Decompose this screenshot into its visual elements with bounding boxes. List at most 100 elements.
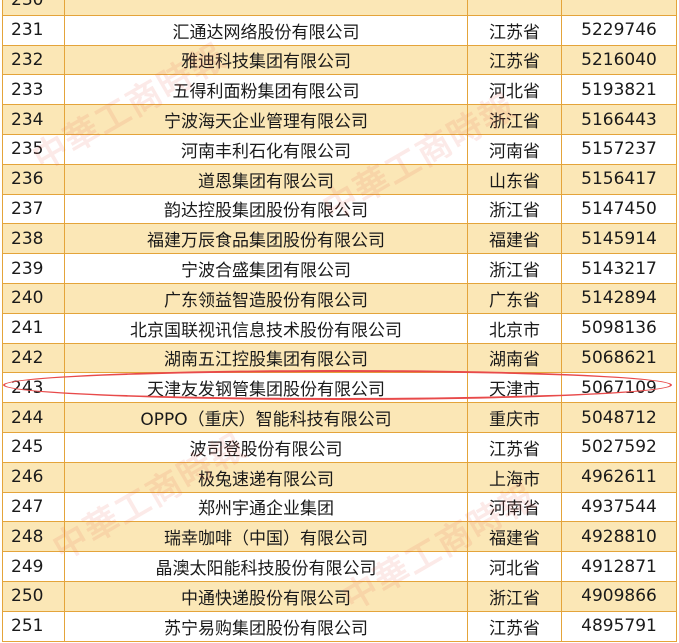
province-cell: 福建省 [467,521,562,553]
province-cell: 上海市 [467,461,562,493]
province-cell: 河南省 [467,133,562,165]
table-row: 236 道恩集团有限公司 山东省 5156417 [2,163,677,195]
province-cell: 福建省 [467,223,562,255]
province-cell: 广东省 [467,282,562,314]
rank-cell: 240 [2,282,65,314]
revenue-cell: 5142894 [561,282,677,314]
revenue-cell [561,0,677,16]
company-name-cell: 雅迪科技集团有限公司 [64,44,468,76]
company-name-cell: 波司登股份有限公司 [64,431,468,463]
province-cell: 河北省 [467,551,562,582]
province-cell: 山东省 [467,163,562,195]
table-row: 250 中通快递股份有限公司 浙江省 4909866 [2,580,677,612]
company-name-cell: 北京国联视讯信息技术股份有限公司 [64,312,468,344]
table-row: 245 波司登股份有限公司 江苏省 5027592 [2,431,677,463]
province-cell: 浙江省 [467,253,562,284]
rank-cell: 243 [2,372,65,404]
table-row: 246 极兔速递有限公司 上海市 4962611 [2,461,677,493]
company-name-cell: 极兔速递有限公司 [64,461,468,493]
revenue-cell: 5027592 [561,431,677,463]
province-cell: 浙江省 [467,104,562,135]
revenue-cell: 4937544 [561,491,677,523]
company-name-cell: 福建万辰食品集团股份有限公司 [64,223,468,255]
company-name-cell: 宁波合盛集团有限公司 [64,253,468,284]
rank-cell: 242 [2,342,65,374]
rank-cell: 241 [2,312,65,344]
table-row: 233 五得利面粉集团有限公司 河北省 5193821 [2,74,677,106]
table-row: 242 湖南五江控股集团有限公司 湖南省 5068621 [2,342,677,374]
company-name-cell: 道恩集团有限公司 [64,163,468,195]
table-row: 230 [2,0,677,16]
revenue-cell: 4895791 [561,610,677,642]
company-name-cell: 瑞幸咖啡（中国）有限公司 [64,521,468,553]
company-name-cell: 中通快递股份有限公司 [64,580,468,612]
province-cell: 江苏省 [467,14,562,46]
province-cell: 重庆市 [467,402,562,433]
province-cell: 江苏省 [467,610,562,642]
province-cell: 浙江省 [467,580,562,612]
rank-cell: 246 [2,461,65,493]
company-name-cell: 广东领益智造股份有限公司 [64,282,468,314]
company-name-cell: OPPO（重庆）智能科技有限公司 [64,402,468,433]
company-name-cell: 河南丰利石化有限公司 [64,133,468,165]
rank-cell: 233 [2,74,65,106]
province-cell [467,0,562,16]
table-row: 247 郑州宇通企业集团 河南省 4937544 [2,491,677,523]
rank-cell: 244 [2,402,65,433]
revenue-cell: 5157237 [561,133,677,165]
rank-cell: 247 [2,491,65,523]
table-row: 249 晶澳太阳能科技股份有限公司 河北省 4912871 [2,551,677,582]
company-name-cell: 湖南五江控股集团有限公司 [64,342,468,374]
company-name-cell: 天津友发钢管集团股份有限公司 [64,372,468,404]
revenue-cell: 5216040 [561,44,677,76]
revenue-cell: 5048712 [561,402,677,433]
rank-cell: 251 [2,610,65,642]
table-row: 239 宁波合盛集团有限公司 浙江省 5143217 [2,253,677,284]
revenue-cell: 4909866 [561,580,677,612]
rank-cell: 232 [2,44,65,76]
table-row: 231 汇通达网络股份有限公司 江苏省 5229746 [2,14,677,46]
company-name-cell: 汇通达网络股份有限公司 [64,14,468,46]
table-row: 244 OPPO（重庆）智能科技有限公司 重庆市 5048712 [2,402,677,433]
province-cell: 河北省 [467,74,562,106]
revenue-cell: 5166443 [561,104,677,135]
company-name-cell [64,0,468,16]
rank-cell: 245 [2,431,65,463]
table-row: 251 苏宁易购集团股份有限公司 江苏省 4895791 [2,610,677,642]
province-cell: 江苏省 [467,431,562,463]
company-name-cell: 晶澳太阳能科技股份有限公司 [64,551,468,582]
table-row: 234 宁波海天企业管理有限公司 浙江省 5166443 [2,104,677,135]
rank-cell: 248 [2,521,65,553]
table-row: 241 北京国联视讯信息技术股份有限公司 北京市 5098136 [2,312,677,344]
table-row: 240 广东领益智造股份有限公司 广东省 5142894 [2,282,677,314]
province-cell: 北京市 [467,312,562,344]
rank-cell: 238 [2,223,65,255]
rank-cell: 236 [2,163,65,195]
ranking-table: 230 231 汇通达网络股份有限公司 江苏省 5229746 232 雅迪科技集团有限公司… [2,0,677,642]
province-cell: 江苏省 [467,44,562,76]
revenue-cell: 5067109 [561,372,677,404]
ranking-table-container: 230 231 汇通达网络股份有限公司 江苏省 5229746 232 雅迪科技集团有限公司… [0,0,679,642]
revenue-cell: 4928810 [561,521,677,553]
company-name-cell: 宁波海天企业管理有限公司 [64,104,468,135]
table-row: 237 韵达控股集团股份有限公司 浙江省 5147450 [2,193,677,225]
rank-cell: 239 [2,253,65,284]
province-cell: 河南省 [467,491,562,523]
rank-cell: 237 [2,193,65,225]
province-cell: 天津市 [467,372,562,404]
revenue-cell: 5147450 [561,193,677,225]
province-cell: 浙江省 [467,193,562,225]
rank-cell: 235 [2,133,65,165]
revenue-cell: 4912871 [561,551,677,582]
rank-cell: 230 [2,0,65,16]
rank-cell: 234 [2,104,65,135]
table-row: 248 瑞幸咖啡（中国）有限公司 福建省 4928810 [2,521,677,553]
revenue-cell: 5098136 [561,312,677,344]
revenue-cell: 5068621 [561,342,677,374]
table-row: 235 河南丰利石化有限公司 河南省 5157237 [2,133,677,165]
table-row: 243 天津友发钢管集团股份有限公司 天津市 5067109 [2,372,677,404]
revenue-cell: 5229746 [561,14,677,46]
ranking-table-body: 230 231 汇通达网络股份有限公司 江苏省 5229746 232 雅迪科技集团有限公司… [2,0,677,642]
company-name-cell: 五得利面粉集团有限公司 [64,74,468,106]
revenue-cell: 5193821 [561,74,677,106]
